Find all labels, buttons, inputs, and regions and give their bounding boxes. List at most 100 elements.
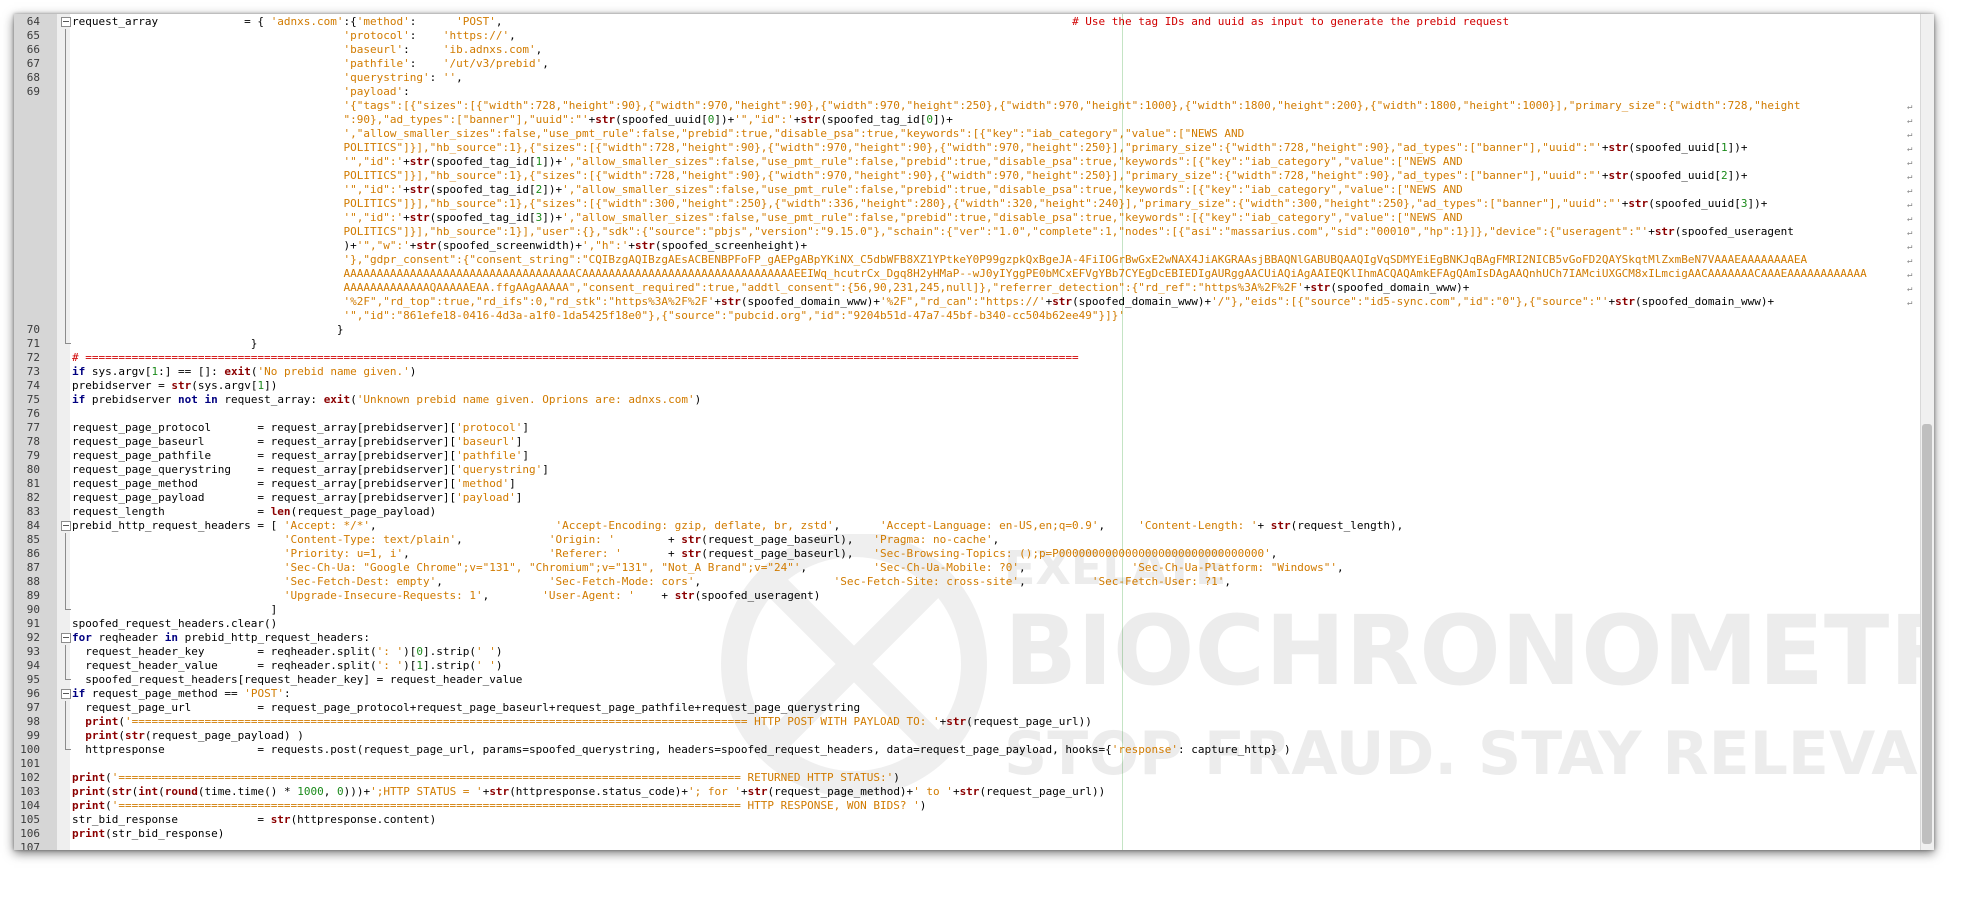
code-text[interactable]: prebid_http_request_headers = [ 'Accept:… <box>72 519 1910 533</box>
code-text[interactable]: 'baseurl': 'ib.adnxs.com', <box>72 43 1910 57</box>
code-line[interactable]: 97 request_page_url = request_page_proto… <box>14 701 1914 715</box>
code-text[interactable]: if request_page_method == 'POST': <box>72 687 1910 701</box>
code-text[interactable]: httpresponse = requests.post(request_pag… <box>72 743 1910 757</box>
code-line[interactable]: AAAAAAAAAAAAAQAAAAAEAA.ffgAAgAAAAA","con… <box>14 281 1914 295</box>
code-text[interactable]: print(str_bid_response) <box>72 827 1910 841</box>
code-line[interactable]: 64 request_array = { 'adnxs.com':{'method… <box>14 15 1914 29</box>
code-text[interactable]: '{"tags":[{"sizes":[{"width":728,"height… <box>72 99 1910 113</box>
code-line[interactable]: 107 <box>14 841 1914 850</box>
code-text[interactable]: '},"gdpr_consent":{"consent_string":"CQI… <box>72 253 1910 267</box>
code-text[interactable]: print('=================================… <box>72 799 1910 813</box>
code-line[interactable]: 76 <box>14 407 1914 421</box>
code-line[interactable]: POLITICS"]}],"hb_source":1}],"user":{},"… <box>14 225 1914 239</box>
code-line[interactable]: 70 } <box>14 323 1914 337</box>
code-text[interactable]: if sys.argv[1:] == []: exit('No prebid n… <box>72 365 1910 379</box>
code-text[interactable]: 'Upgrade-Insecure-Requests: 1', 'User-Ag… <box>72 589 1910 603</box>
code-line[interactable]: 66 'baseurl': 'ib.adnxs.com', <box>14 43 1914 57</box>
code-line[interactable]: 100 httpresponse = requests.post(request… <box>14 743 1914 757</box>
code-line[interactable]: 81 request_page_method = request_array[pr… <box>14 477 1914 491</box>
fold-toggle-icon[interactable] <box>61 17 71 27</box>
code-text[interactable]: 'Sec-Fetch-Dest: empty', 'Sec-Fetch-Mode… <box>72 575 1910 589</box>
code-line[interactable]: '%2F","rd_top":true,"rd_ifs":0,"rd_stk":… <box>14 295 1914 309</box>
code-text[interactable]: '","id":'+str(spoofed_tag_id[3])+',"allo… <box>72 211 1910 225</box>
code-line[interactable]: POLITICS"]}],"hb_source":1},{"sizes":[{"… <box>14 141 1914 155</box>
code-text[interactable]: ":90},"ad_types":["banner"],"uuid":"'+st… <box>72 113 1910 127</box>
code-line[interactable]: '","id":"861efe18-0416-4d3a-a1f0-1da5425… <box>14 309 1914 323</box>
code-line[interactable]: 80 request_page_querystring = request_arr… <box>14 463 1914 477</box>
code-text[interactable]: 'protocol': 'https://', <box>72 29 1910 43</box>
code-text[interactable]: '%2F","rd_top":true,"rd_ifs":0,"rd_stk":… <box>72 295 1910 309</box>
scrollbar-thumb[interactable] <box>1922 424 1932 844</box>
code-text[interactable]: 'Content-Type: text/plain', 'Origin: ' +… <box>72 533 1910 547</box>
code-text[interactable]: AAAAAAAAAAAAAAAAAAAAAAAAAAAAAAAAAAACAAAA… <box>72 267 1910 281</box>
code-line[interactable]: '},"gdpr_consent":{"consent_string":"CQI… <box>14 253 1914 267</box>
code-text[interactable]: request_page_querystring = request_array… <box>72 463 1910 477</box>
code-line[interactable]: 87 'Sec-Ch-Ua: "Google Chrome";v="131", … <box>14 561 1914 575</box>
code-text[interactable]: print('=================================… <box>72 715 1910 729</box>
code-text[interactable]: str_bid_response = str(httpresponse.cont… <box>72 813 1910 827</box>
code-line[interactable]: ',"allow_smaller_sizes":false,"use_pmt_r… <box>14 127 1914 141</box>
fold-toggle-icon[interactable] <box>61 689 71 699</box>
code-line[interactable]: ":90},"ad_types":["banner"],"uuid":"'+st… <box>14 113 1914 127</box>
code-line[interactable]: 82 request_page_payload = request_array[p… <box>14 491 1914 505</box>
code-line[interactable]: 88 'Sec-Fetch-Dest: empty', 'Sec-Fetch-M… <box>14 575 1914 589</box>
code-line[interactable]: 105 str_bid_response = str(httpresponse.c… <box>14 813 1914 827</box>
code-text[interactable]: '","id":'+str(spoofed_tag_id[1])+',"allo… <box>72 155 1910 169</box>
code-text[interactable]: POLITICS"]}],"hb_source":1},{"sizes":[{"… <box>72 141 1910 155</box>
fold-toggle-icon[interactable] <box>61 633 71 643</box>
code-text[interactable]: } <box>72 337 1910 351</box>
code-line[interactable]: 101 <box>14 757 1914 771</box>
code-line[interactable]: 91 spoofed_request_headers.clear() <box>14 617 1914 631</box>
code-text[interactable]: '","id":"861efe18-0416-4d3a-a1f0-1da5425… <box>72 309 1910 323</box>
code-line[interactable]: 98 print('==============================… <box>14 715 1914 729</box>
code-line[interactable]: 86 'Priority: u=1, i', 'Referer: ' + str… <box>14 547 1914 561</box>
code-line[interactable]: 103 print(str(int(round(time.time() * 100… <box>14 785 1914 799</box>
code-text[interactable]: request_array = { 'adnxs.com':{'method':… <box>72 15 1910 29</box>
code-line[interactable]: POLITICS"]}],"hb_source":1},{"sizes":[{"… <box>14 169 1914 183</box>
code-text[interactable]: request_page_protocol = request_array[pr… <box>72 421 1910 435</box>
code-text[interactable]: POLITICS"]}],"hb_source":1},{"sizes":[{"… <box>72 169 1910 183</box>
code-text[interactable]: ] <box>72 603 1910 617</box>
code-line[interactable]: 75 if prebidserver not in request_array: … <box>14 393 1914 407</box>
code-line[interactable]: '","id":'+str(spoofed_tag_id[3])+',"allo… <box>14 211 1914 225</box>
code-line[interactable]: 102 print('==============================… <box>14 771 1914 785</box>
code-text[interactable]: '","id":'+str(spoofed_tag_id[2])+',"allo… <box>72 183 1910 197</box>
code-text[interactable]: print(str(int(round(time.time() * 1000, … <box>72 785 1910 799</box>
code-text[interactable]: } <box>72 323 1910 337</box>
code-line[interactable]: )+'","w":'+str(spoofed_screenwidth)+',"h… <box>14 239 1914 253</box>
code-text[interactable]: request_page_pathfile = request_array[pr… <box>72 449 1910 463</box>
code-line[interactable]: 79 request_page_pathfile = request_array[… <box>14 449 1914 463</box>
code-text[interactable]: print(str(request_page_payload) ) <box>72 729 1910 743</box>
code-text[interactable]: # ======================================… <box>72 351 1910 365</box>
code-line[interactable]: POLITICS"]}],"hb_source":1},{"sizes":[{"… <box>14 197 1914 211</box>
code-line[interactable]: '","id":'+str(spoofed_tag_id[1])+',"allo… <box>14 155 1914 169</box>
code-line[interactable]: 71 } <box>14 337 1914 351</box>
code-line[interactable]: 65 'protocol': 'https://', <box>14 29 1914 43</box>
code-text[interactable]: 'pathfile': '/ut/v3/prebid', <box>72 57 1910 71</box>
code-text[interactable]: for reqheader in prebid_http_request_hea… <box>72 631 1910 645</box>
code-line[interactable]: 94 request_header_value = reqheader.spli… <box>14 659 1914 673</box>
code-text[interactable]: request_header_key = reqheader.split(': … <box>72 645 1910 659</box>
code-line[interactable]: 96 if request_page_method == 'POST': <box>14 687 1914 701</box>
code-line[interactable]: 99 print(str(request_page_payload) ) <box>14 729 1914 743</box>
code-text[interactable]: request_page_url = request_page_protocol… <box>72 701 1910 715</box>
code-line[interactable]: 67 'pathfile': '/ut/v3/prebid', <box>14 57 1914 71</box>
code-text[interactable]: ',"allow_smaller_sizes":false,"use_pmt_r… <box>72 127 1910 141</box>
code-text[interactable]: 'querystring': '', <box>72 71 1910 85</box>
code-text[interactable]: 'Sec-Ch-Ua: "Google Chrome";v="131", "Ch… <box>72 561 1910 575</box>
code-text[interactable]: request_length = len(request_page_payloa… <box>72 505 1910 519</box>
code-line[interactable]: 106 print(str_bid_response) <box>14 827 1914 841</box>
code-line[interactable]: 78 request_page_baseurl = request_array[p… <box>14 435 1914 449</box>
code-line[interactable]: 93 request_header_key = reqheader.split(… <box>14 645 1914 659</box>
code-line[interactable]: 90 ] <box>14 603 1914 617</box>
code-line[interactable]: '{"tags":[{"sizes":[{"width":728,"height… <box>14 99 1914 113</box>
code-line[interactable]: 95 spoofed_request_headers[request_heade… <box>14 673 1914 687</box>
code-line[interactable]: 73 if sys.argv[1:] == []: exit('No prebid… <box>14 365 1914 379</box>
code-line[interactable]: 92 for reqheader in prebid_http_request_h… <box>14 631 1914 645</box>
code-line[interactable]: AAAAAAAAAAAAAAAAAAAAAAAAAAAAAAAAAAACAAAA… <box>14 267 1914 281</box>
fold-toggle-icon[interactable] <box>61 521 71 531</box>
code-text[interactable]: POLITICS"]}],"hb_source":1},{"sizes":[{"… <box>72 197 1910 211</box>
code-line[interactable]: 84 prebid_http_request_headers = [ 'Accep… <box>14 519 1914 533</box>
code-text[interactable]: 'Priority: u=1, i', 'Referer: ' + str(re… <box>72 547 1910 561</box>
code-line[interactable]: 85 'Content-Type: text/plain', 'Origin: … <box>14 533 1914 547</box>
